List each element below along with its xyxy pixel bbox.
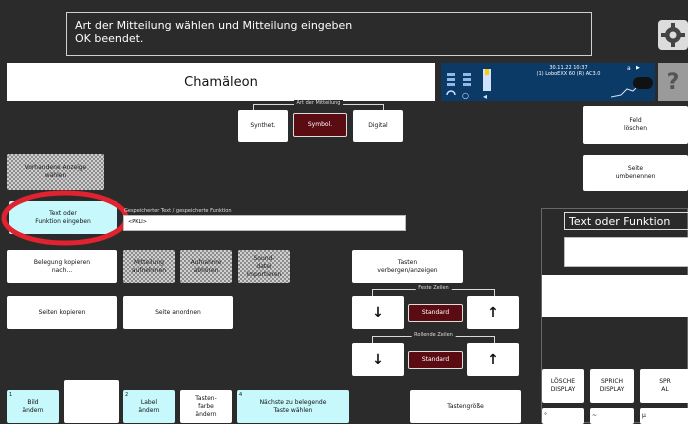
rollende-down-button[interactable]: ↓ <box>352 343 404 376</box>
feste-zeilen-legend: Feste Zeilen <box>415 285 452 291</box>
gear-icon <box>661 23 685 47</box>
loesche-display-button[interactable]: LÖSCHE DISPLAY <box>542 369 584 403</box>
key-degree-label: ° <box>544 412 547 419</box>
key-tilde[interactable]: ~ <box>590 408 634 424</box>
mitteilung-legend: Art der Mitteilung <box>293 100 344 106</box>
bild-aendern-button[interactable]: 1 Bild ändern <box>7 390 59 423</box>
feste-down-button[interactable]: ↓ <box>352 296 404 329</box>
instruction-line-1: Art der Mitteilung wählen und Mitteilung… <box>75 19 353 32</box>
sprich-display-button[interactable]: SPRICH DISPLAY <box>590 369 634 403</box>
stored-text-value: <PKLI> <box>128 219 147 225</box>
preview-panel: Text oder Funktion LÖSCHE DISPLAY SPRICH… <box>541 208 688 424</box>
sprich-alles-button[interactable]: SPR AL <box>640 369 688 403</box>
key-mu-label: µ <box>642 412 646 419</box>
rollende-standard-button[interactable]: Standard <box>408 351 463 369</box>
status-a-label: a <box>627 65 631 72</box>
label-aendern-button[interactable]: 2 Label ändern <box>123 390 175 423</box>
key-mu[interactable]: µ <box>640 408 688 424</box>
preview-title: Text oder Funktion <box>564 212 688 230</box>
seite-anordnen-button[interactable]: Seite anordnen <box>123 296 233 329</box>
tastenfarbe-button[interactable]: Tasten- farbe ändern <box>180 390 232 423</box>
key-tilde-label: ~ <box>592 412 598 419</box>
preview-key[interactable] <box>64 380 119 423</box>
feste-standard-button[interactable]: Standard <box>408 304 463 322</box>
tastengroesse-button[interactable]: Tastengröße <box>410 390 521 423</box>
label-label: Label ändern <box>138 398 160 414</box>
aufnahme-abhoeren-button[interactable]: Aufnahme abhören <box>180 250 232 283</box>
stored-text-field[interactable]: <PKLI> <box>123 215 406 231</box>
feld-loeschen-button[interactable]: Feld löschen <box>583 106 688 144</box>
speaker-icon: ◂ <box>483 92 487 101</box>
keyboard-icon <box>633 77 653 89</box>
signal-bars-icon <box>447 73 471 86</box>
rollende-zeilen-legend: Rollende Zeilen <box>411 332 456 338</box>
sound-importieren-button[interactable]: Sound- datei importieren <box>238 250 290 283</box>
naechste-taste-button[interactable]: 4 Nächste zu belegende Taste wählen <box>237 390 349 423</box>
symbol-button[interactable]: Symbol. <box>293 113 347 137</box>
settings-button[interactable] <box>658 20 688 50</box>
seite-umbenennen-button[interactable]: Seite umbenennen <box>583 155 688 191</box>
highlight-ring <box>1 190 129 246</box>
digital-button[interactable]: Digital <box>353 110 403 142</box>
belegung-kopieren-button[interactable]: Belegung kopieren nach... <box>7 250 117 283</box>
help-button[interactable]: ? <box>658 63 688 101</box>
preview-text-area <box>542 275 688 317</box>
status-arrow: ▶ <box>636 65 640 71</box>
label-number: 2 <box>125 392 129 398</box>
naechste-label: Nächste zu belegende Taste wählen <box>259 398 327 414</box>
status-bar: ○ ◂ 30.11.22 10:37 (1) LoboEXX 60 (R) AC… <box>441 63 655 101</box>
naechste-number: 4 <box>239 392 243 398</box>
status-device: (1) LoboEXX 60 (R) AC3.0 <box>536 71 601 77</box>
rollende-up-button[interactable]: ↑ <box>467 343 519 376</box>
synthet-button[interactable]: Synthet. <box>238 110 288 142</box>
seiten-kopieren-button[interactable]: Seiten kopieren <box>7 296 117 329</box>
vorhandene-anzeige-button[interactable]: Vorhandene Anzeige wählen <box>7 154 104 190</box>
instruction-line-2: OK beendet. <box>75 32 144 45</box>
stored-text-label: Gespeicherter Text / gespeicherte Funkti… <box>124 208 232 214</box>
feste-up-button[interactable]: ↑ <box>467 296 519 329</box>
tasten-verbergen-button[interactable]: Tasten verbergen/anzeigen <box>352 250 463 283</box>
instruction-message: Art der Mitteilung wählen und Mitteilung… <box>66 12 592 56</box>
preview-display <box>564 237 688 267</box>
bild-number: 1 <box>9 392 13 398</box>
key-degree[interactable]: ° <box>542 408 584 424</box>
status-icons: ○ ◂ <box>446 69 491 101</box>
headphones-icon <box>446 90 456 96</box>
bild-label: Bild ändern <box>22 398 44 414</box>
sync-icon: ○ <box>462 91 469 100</box>
page-title: Chamäleon <box>7 63 435 101</box>
mitteilung-aufnehmen-button[interactable]: Mitteilung aufnehmen <box>123 250 175 283</box>
